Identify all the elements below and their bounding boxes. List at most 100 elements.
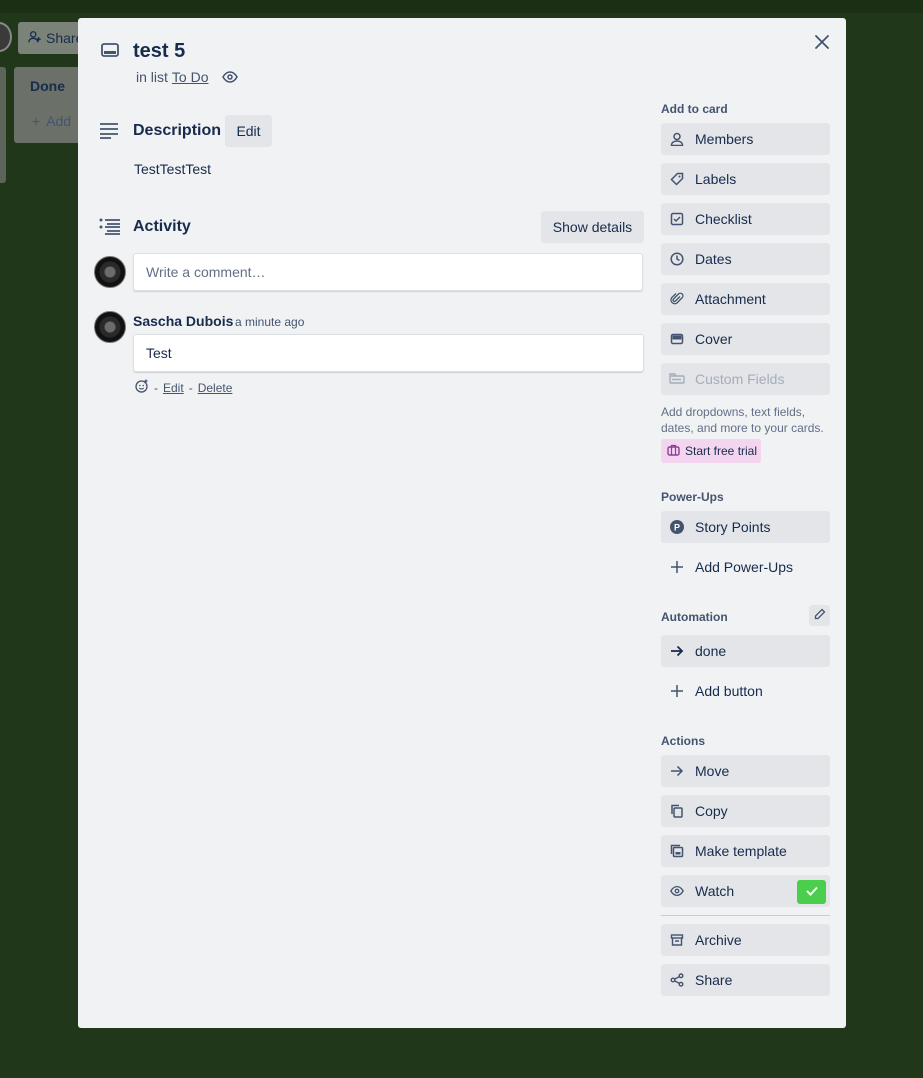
share-button[interactable]: Share xyxy=(661,964,830,996)
board-list-add-label: Add xyxy=(46,113,72,129)
custom-fields-label: Custom Fields xyxy=(695,371,785,387)
story-points-label: Story Points xyxy=(695,519,771,535)
add-button-label: Add button xyxy=(695,683,763,699)
clock-icon xyxy=(669,251,685,267)
share-person-icon xyxy=(28,30,42,47)
description-edit-button[interactable]: Edit xyxy=(225,115,272,147)
plus-icon: + xyxy=(32,113,41,129)
move-button[interactable]: Move xyxy=(661,755,830,787)
arrow-right-icon xyxy=(669,763,685,779)
watch-label: Watch xyxy=(695,883,735,899)
card-list-location: in list To Do xyxy=(136,69,239,85)
checkbox-icon xyxy=(669,211,685,227)
cover-button[interactable]: Cover xyxy=(661,323,830,355)
copy-button[interactable]: Copy xyxy=(661,795,830,827)
story-points-icon: P xyxy=(669,519,685,535)
paperclip-icon xyxy=(669,291,685,307)
tag-icon xyxy=(669,171,685,187)
comment-separator: - xyxy=(188,380,193,395)
activity-icon xyxy=(99,218,121,241)
person-icon xyxy=(669,131,685,147)
description-text[interactable]: TestTestTest xyxy=(134,161,211,177)
plus-icon xyxy=(669,559,685,575)
checklist-label: Checklist xyxy=(695,211,752,227)
watch-checked-badge[interactable] xyxy=(797,880,826,904)
archive-icon xyxy=(669,932,685,948)
comment-timestamp[interactable]: a minute ago xyxy=(235,315,304,329)
board-list-title: Done xyxy=(30,78,65,94)
briefcase-icon xyxy=(667,444,680,459)
comment-author[interactable]: Sascha Dubois xyxy=(133,313,233,329)
move-label: Move xyxy=(695,763,730,779)
attachment-label: Attachment xyxy=(695,291,766,307)
add-power-ups-label: Add Power-Ups xyxy=(695,559,794,575)
labels-button[interactable]: Labels xyxy=(661,163,830,195)
power-ups-heading: Power-Ups xyxy=(661,490,724,504)
attachment-button[interactable]: Attachment xyxy=(661,283,830,315)
automation-heading: Automation xyxy=(661,610,728,624)
archive-label: Archive xyxy=(695,932,742,948)
labels-label: Labels xyxy=(695,171,737,187)
list-link[interactable]: To Do xyxy=(172,69,209,85)
arrow-right-icon xyxy=(669,643,685,659)
actions-divider xyxy=(661,915,830,916)
current-user-avatar[interactable] xyxy=(94,256,126,288)
copy-icon xyxy=(669,803,685,819)
eye-icon xyxy=(669,883,685,899)
board-member-avatar[interactable] xyxy=(0,22,12,52)
comment-edit-link[interactable]: Edit xyxy=(163,381,184,395)
dates-button[interactable]: Dates xyxy=(661,243,830,275)
make-template-label: Make template xyxy=(695,843,787,859)
archive-button[interactable]: Archive xyxy=(661,924,830,956)
close-icon xyxy=(815,35,829,49)
add-reaction-icon[interactable] xyxy=(135,379,149,396)
card-detail-modal: test 5 in list To Do Description Edit Te… xyxy=(78,18,846,1028)
svg-text:P: P xyxy=(674,523,680,533)
checklist-button[interactable]: Checklist xyxy=(661,203,830,235)
eye-icon xyxy=(222,69,239,85)
plus-icon xyxy=(669,683,685,699)
checkmark-icon xyxy=(805,883,818,901)
show-details-button[interactable]: Show details xyxy=(541,211,644,243)
comment-delete-link[interactable]: Delete xyxy=(198,381,233,395)
copy-label: Copy xyxy=(695,803,728,819)
comment-body: Test xyxy=(133,334,644,372)
make-template-button[interactable]: Make template xyxy=(661,835,830,867)
cover-icon xyxy=(669,331,685,347)
card-icon xyxy=(100,40,120,65)
automation-edit-button[interactable] xyxy=(809,605,830,626)
description-icon xyxy=(99,122,119,145)
cover-label: Cover xyxy=(695,331,733,347)
automation-done-label: done xyxy=(695,643,727,659)
share-label: Share xyxy=(695,972,733,988)
custom-fields-note: Add dropdowns, text fields, dates, and m… xyxy=(661,405,824,435)
comment-separator: - xyxy=(154,380,158,395)
start-free-trial-button[interactable]: Start free trial xyxy=(661,439,761,463)
actions-heading: Actions xyxy=(661,734,706,748)
in-list-prefix: in list xyxy=(136,69,168,85)
board-list-edge xyxy=(0,67,6,183)
custom-fields-button[interactable]: Custom Fields xyxy=(661,363,830,395)
automation-done-button[interactable]: done xyxy=(661,635,830,667)
story-points-button[interactable]: P Story Points xyxy=(661,511,830,543)
custom-fields-icon xyxy=(669,371,685,387)
add-power-ups-button[interactable]: Add Power-Ups xyxy=(661,551,830,583)
description-heading: Description xyxy=(133,122,222,139)
close-button[interactable] xyxy=(810,30,834,54)
activity-heading: Activity xyxy=(133,218,191,235)
comment-input[interactable]: Write a comment… xyxy=(133,253,643,291)
dates-label: Dates xyxy=(695,251,732,267)
card-title[interactable]: test 5 xyxy=(133,40,185,63)
start-free-trial-label: Start free trial xyxy=(685,444,758,458)
add-to-card-heading: Add to card xyxy=(661,102,728,116)
board-list-add-card[interactable]: + Add xyxy=(32,113,71,129)
template-icon xyxy=(669,843,685,859)
comment-author-avatar[interactable] xyxy=(94,311,126,343)
board-header-bar xyxy=(0,0,923,13)
comment-actions: - Edit - Delete xyxy=(135,379,232,396)
share-icon xyxy=(669,972,685,988)
add-button-button[interactable]: Add button xyxy=(661,675,830,707)
members-button[interactable]: Members xyxy=(661,123,830,155)
members-label: Members xyxy=(695,131,754,147)
pencil-icon xyxy=(814,607,826,625)
